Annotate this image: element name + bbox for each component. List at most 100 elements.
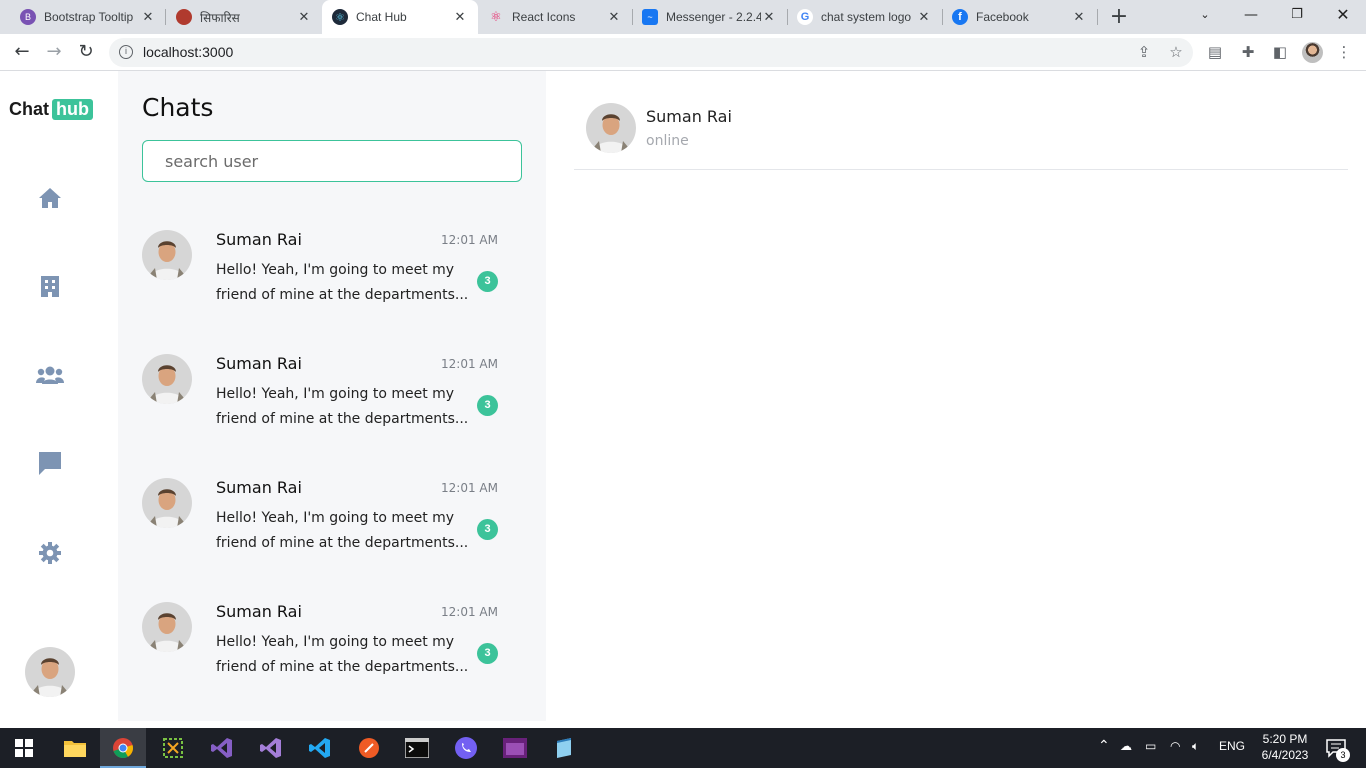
contact-avatar (142, 354, 192, 404)
tab-title: chat system logo (821, 10, 912, 24)
reading-list-icon[interactable]: ▤ (1205, 42, 1225, 62)
visual-studio-icon[interactable] (208, 734, 236, 762)
browser-tab[interactable]: f Facebook ✕ (942, 0, 1097, 34)
building-icon[interactable] (36, 272, 64, 300)
close-tab-icon[interactable]: ✕ (452, 9, 468, 25)
notepad-icon[interactable] (550, 734, 578, 762)
message-time: 12:01 AM (441, 605, 498, 619)
browser-tab[interactable]: सिफारिस ✕ (166, 0, 322, 34)
tab-title: React Icons (512, 10, 576, 24)
react-icon: ⚛ (332, 9, 348, 25)
online-status: online (646, 133, 689, 149)
message-preview: Hello! Yeah, I'm going to meet my friend… (216, 386, 469, 427)
browser-tab[interactable]: G chat system logo ✕ (787, 0, 942, 34)
conversation-panel: Suman Rai online (546, 71, 1366, 728)
close-tab-icon[interactable]: ✕ (916, 9, 932, 25)
tab-title: Chat Hub (356, 10, 407, 24)
chat-list-item[interactable]: Suman Rai 12:01 AM Hello! Yeah, I'm goin… (142, 478, 522, 588)
chats-panel: Chats Suman Rai 12:01 AM Hello! Yeah, I'… (118, 71, 546, 721)
settings-icon[interactable] (36, 539, 64, 567)
contact-name: Suman Rai (216, 602, 302, 621)
message-time: 12:01 AM (441, 233, 498, 247)
viber-icon[interactable] (452, 734, 480, 762)
message-time: 12:01 AM (441, 481, 498, 495)
unread-badge: 3 (477, 395, 498, 416)
wifi-icon[interactable]: ◠ (1170, 739, 1180, 753)
contact-avatar (142, 230, 192, 280)
close-tab-icon[interactable]: ✕ (1071, 9, 1087, 25)
chat-list-item[interactable]: Suman Rai 12:01 AM Hello! Yeah, I'm goin… (142, 354, 522, 464)
message-preview: Hello! Yeah, I'm going to meet my friend… (216, 510, 469, 551)
chats-title: Chats (142, 93, 214, 122)
forward-arrow-icon[interactable]: → (42, 40, 66, 64)
bootstrap-icon: B (20, 9, 36, 25)
postman-icon[interactable] (355, 734, 383, 762)
browser-tab-active[interactable]: ⚛ Chat Hub ✕ (322, 0, 478, 34)
browser-tab[interactable]: ~ Messenger - 2.2.4 ✕ (632, 0, 787, 34)
reload-icon[interactable]: ↻ (74, 40, 98, 64)
browser-tab[interactable]: B Bootstrap Tooltip ✕ (0, 0, 166, 34)
visual-studio-2-icon[interactable] (257, 734, 285, 762)
unread-badge: 3 (477, 643, 498, 664)
unread-badge: 3 (477, 271, 498, 292)
new-tab-button[interactable]: + (1108, 4, 1130, 30)
chrome-taskbar-button[interactable] (100, 728, 146, 768)
tab-search-icon[interactable]: ⌄ (1182, 0, 1228, 30)
site-info-icon[interactable]: i (119, 45, 133, 59)
chat-list-item[interactable]: Suman Rai 12:01 AM Hello! Yeah, I'm goin… (142, 602, 522, 712)
tab-separator (1097, 9, 1098, 25)
search-user-input[interactable] (142, 140, 522, 182)
file-explorer-icon[interactable] (61, 734, 89, 762)
terminal-icon[interactable] (403, 734, 431, 762)
facebook-icon: f (952, 9, 968, 25)
close-tab-icon[interactable]: ✕ (606, 9, 622, 25)
user-avatar[interactable] (25, 647, 75, 697)
share-icon[interactable]: ⇪ (1135, 43, 1153, 61)
chat-icon[interactable] (36, 449, 64, 477)
windows-start-icon[interactable] (10, 734, 38, 762)
show-hidden-icons-chevron-icon[interactable]: ⌃ (1098, 737, 1110, 754)
bookmark-star-icon[interactable]: ☆ (1167, 43, 1185, 61)
chat-app: Chat hub Chats Suman Rai (0, 71, 1366, 728)
message-time: 12:01 AM (441, 357, 498, 371)
back-arrow-icon[interactable]: ← (10, 40, 34, 64)
close-tab-icon[interactable]: ✕ (761, 9, 777, 25)
close-window-button[interactable]: ✕ (1320, 0, 1366, 30)
nepal-gov-icon (176, 9, 192, 25)
conversation-header: Suman Rai online (574, 71, 1348, 170)
volume-icon[interactable]: 🔈︎ (1192, 739, 1199, 754)
menu-kebab-icon[interactable]: ⋮ (1334, 42, 1354, 62)
tab-title: सिफारिस (200, 10, 240, 25)
contact-avatar (142, 478, 192, 528)
address-bar[interactable]: i localhost:3000 ⇪ ☆ (109, 38, 1193, 67)
browser-tab[interactable]: ⚛ React Icons ✕ (478, 0, 632, 34)
language-indicator[interactable]: ENG (1219, 739, 1245, 753)
onedrive-cloud-icon[interactable]: ☁ (1120, 739, 1132, 753)
vscode-icon[interactable] (306, 734, 334, 762)
notification-center-icon[interactable]: 3 (1322, 734, 1350, 762)
windows-taskbar: ⌃ ☁ ▭ ◠ 🔈︎ ENG 5:20 PM 6/4/2023 3 (0, 728, 1366, 768)
battery-icon[interactable]: ▭ (1145, 739, 1156, 753)
visual-studio-tools-icon[interactable] (501, 734, 529, 762)
close-tab-icon[interactable]: ✕ (296, 9, 312, 25)
minimize-button[interactable]: — (1228, 0, 1274, 30)
extensions-icon[interactable]: ✚ (1238, 42, 1258, 62)
side-panel-icon[interactable]: ◧ (1270, 42, 1290, 62)
contact-avatar[interactable] (586, 103, 636, 153)
chat-list-item[interactable]: Suman Rai 12:01 AM Hello! Yeah, I'm goin… (142, 230, 522, 340)
app-logo[interactable]: Chat hub (9, 99, 93, 120)
profile-avatar[interactable] (1302, 42, 1323, 63)
browser-tab-strip: B Bootstrap Tooltip ✕ सिफारिस ✕ ⚛ Chat H… (0, 0, 1366, 34)
restore-button[interactable]: ❐ (1274, 0, 1320, 30)
close-tab-icon[interactable]: ✕ (140, 9, 156, 25)
messenger-icon: ~ (642, 9, 658, 25)
address-url[interactable]: localhost:3000 (143, 44, 233, 60)
message-preview: Hello! Yeah, I'm going to meet my friend… (216, 634, 469, 675)
users-icon[interactable] (36, 361, 64, 389)
message-preview: Hello! Yeah, I'm going to meet my friend… (216, 262, 469, 303)
home-icon[interactable] (36, 184, 64, 212)
contact-name: Suman Rai (216, 354, 302, 373)
sidebar-nav: Chat hub (0, 71, 118, 728)
system-clock[interactable]: 5:20 PM 6/4/2023 (1254, 731, 1316, 763)
snipping-tool-icon[interactable] (159, 734, 187, 762)
